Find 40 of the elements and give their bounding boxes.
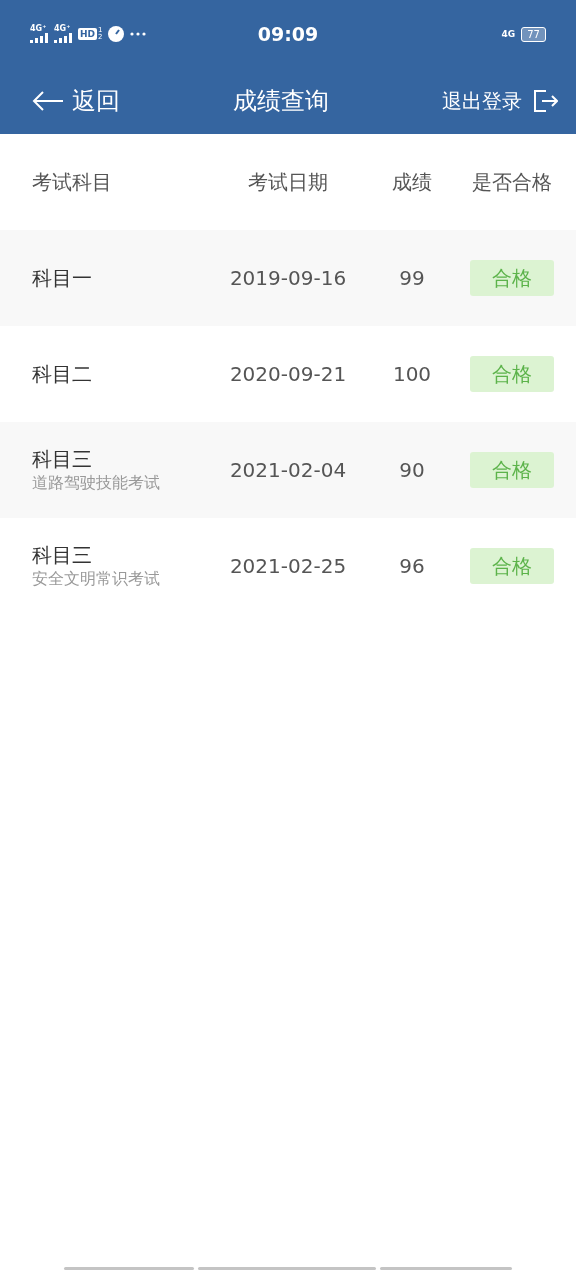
gesture-bar[interactable] bbox=[64, 1267, 194, 1270]
battery-level: 77 bbox=[521, 26, 546, 42]
signal-icon bbox=[30, 33, 48, 43]
gesture-bar[interactable] bbox=[380, 1267, 512, 1270]
exam-date: 2019-09-16 bbox=[229, 266, 347, 290]
result-badge: 合格 bbox=[470, 260, 554, 296]
network-label: 4G⁺ bbox=[30, 25, 47, 33]
back-button[interactable]: 返回 bbox=[32, 85, 120, 117]
result-badge: 合格 bbox=[470, 356, 554, 392]
score: 99 bbox=[399, 266, 425, 290]
column-header: 是否合格 bbox=[472, 168, 552, 196]
subject-name: 科目一 bbox=[32, 264, 93, 292]
exam-date: 2020-09-21 bbox=[229, 362, 347, 386]
score: 100 bbox=[392, 362, 432, 386]
column-header: 考试日期 bbox=[248, 168, 328, 196]
result-badge: 合格 bbox=[470, 548, 554, 584]
clock: 09:09 bbox=[257, 23, 319, 45]
signal-icon bbox=[54, 33, 72, 43]
network-label: 4G⁺ bbox=[54, 25, 71, 33]
exam-date: 2021-02-04 bbox=[229, 458, 347, 482]
hd-label: HD bbox=[78, 28, 97, 40]
subject-name: 科目二 bbox=[32, 360, 93, 388]
subject-name: 科目三 bbox=[32, 542, 93, 569]
gauge-icon bbox=[108, 26, 125, 42]
score: 90 bbox=[399, 458, 425, 482]
subject-detail: 安全文明常识考试 bbox=[32, 569, 161, 590]
column-header: 考试科目 bbox=[31, 168, 113, 196]
more-icon bbox=[130, 32, 147, 36]
exam-date: 2021-02-25 bbox=[229, 554, 347, 578]
back-arrow-icon bbox=[32, 90, 64, 112]
score: 96 bbox=[399, 554, 425, 578]
logout-icon bbox=[532, 88, 558, 114]
subject-name: 科目三 bbox=[32, 446, 93, 473]
network-label: 4G bbox=[501, 29, 516, 39]
page-title: 成绩查询 bbox=[233, 86, 329, 117]
logout-button[interactable]: 退出登录 bbox=[442, 87, 558, 115]
column-header: 成绩 bbox=[392, 168, 432, 196]
gesture-bar[interactable] bbox=[198, 1267, 376, 1270]
result-badge: 合格 bbox=[470, 452, 554, 488]
subject-detail: 道路驾驶技能考试 bbox=[32, 473, 161, 494]
